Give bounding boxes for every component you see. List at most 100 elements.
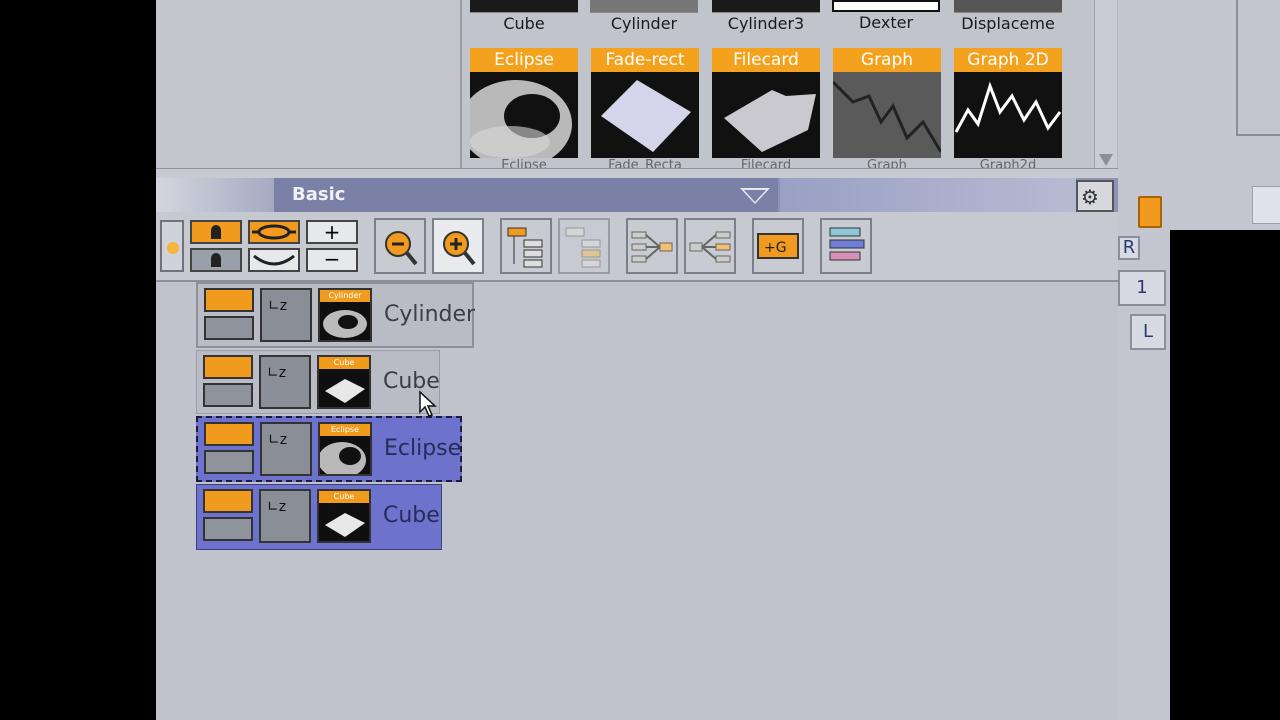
library-tile-graph[interactable]: Graph Graph — [833, 48, 941, 168]
tile-title: Graph — [833, 48, 941, 72]
trash-icon[interactable] — [1138, 196, 1162, 228]
right-dark-area — [1170, 230, 1280, 720]
thumb-tag: Cube — [319, 357, 369, 369]
toolbar-handle[interactable] — [160, 220, 184, 272]
tile-caption: Graph2d — [979, 158, 1037, 168]
library-tile-eclipse[interactable]: Eclipse Eclipse — [470, 48, 578, 168]
eye-icon[interactable] — [204, 422, 254, 446]
expand-button[interactable] — [248, 220, 300, 244]
thumb-tag: Eclipse — [320, 424, 370, 436]
branch-right-button[interactable] — [684, 218, 736, 274]
thumb-tag: Cube — [319, 491, 369, 503]
collapse-button[interactable] — [248, 248, 300, 272]
library-item-label: Cylinder — [610, 14, 678, 33]
scroll-down-icon[interactable] — [1099, 154, 1113, 166]
library-item-dexter[interactable]: Dexter — [832, 0, 940, 36]
toolbar: + − +G — [156, 212, 1118, 282]
one-button[interactable]: 1 — [1118, 270, 1166, 306]
node-label: Cube — [383, 503, 440, 528]
tree-icon — [565, 227, 601, 268]
user-icon — [211, 253, 221, 267]
cylinder-thumbnail: Cylinder — [318, 288, 372, 342]
library-item-cube[interactable]: Cube — [470, 0, 578, 36]
layers-button[interactable] — [820, 218, 872, 274]
tree-node-cube-2[interactable]: ∟z Cube Cube — [196, 484, 442, 550]
library-item-cylinder3[interactable]: Cylinder3 — [712, 0, 820, 36]
graph-thumbnail — [833, 72, 941, 158]
library-grid: Cube Cylinder Cylinder3 Dexter Displacem… — [462, 0, 1094, 168]
user-icon[interactable] — [203, 517, 253, 541]
svg-text:+G: +G — [764, 240, 787, 256]
axis-icon[interactable]: ∟z — [259, 489, 311, 543]
remove-button[interactable]: − — [306, 248, 358, 272]
layers-icon — [829, 227, 865, 261]
tile-caption: Fade_Recta — [608, 158, 682, 168]
panel-menu-button[interactable]: ⚙ — [1076, 180, 1114, 212]
hide-node-button[interactable] — [190, 248, 242, 272]
library-item-label: Cube — [503, 14, 545, 33]
zoom-in-button[interactable] — [432, 218, 484, 274]
gear-icon: ⚙ — [1081, 185, 1099, 209]
l-label: L — [1142, 321, 1154, 342]
plus-icon: + — [323, 220, 341, 244]
mini-side-button[interactable] — [1252, 186, 1280, 224]
show-node-button[interactable] — [190, 220, 242, 244]
tree-node-eclipse[interactable]: ∟z Eclipse Eclipse — [196, 416, 462, 482]
library-tile-filecard[interactable]: Filecard Filecard — [712, 48, 820, 168]
axis-icon[interactable]: ∟z — [260, 288, 312, 342]
zoom-out-icon — [385, 231, 418, 266]
library-item-displacement[interactable]: Displaceme — [954, 0, 1062, 36]
tree-node-cylinder[interactable]: ∟z Cylinder Cylinder — [196, 282, 476, 348]
dropdown-value: Basic — [292, 184, 346, 205]
category-dropdown[interactable]: Basic — [274, 178, 778, 212]
filecard-thumbnail — [712, 72, 820, 158]
tile-title: Fade-rect — [591, 48, 699, 72]
library-item-label: Dexter — [858, 13, 914, 32]
cube-thumbnail: Cube — [317, 355, 371, 409]
library-item-label: Displaceme — [961, 14, 1055, 33]
cube-thumbnail: Cube — [317, 489, 371, 543]
thumb-tag: Cylinder — [320, 290, 370, 302]
eclipse-thumbnail — [470, 72, 578, 158]
library-item-cylinder[interactable]: Cylinder — [590, 0, 698, 36]
library-item-label: Cylinder3 — [727, 14, 805, 33]
graph-2d-thumbnail — [954, 72, 1062, 158]
node-label: Eclipse — [384, 436, 462, 461]
eye-icon — [252, 224, 296, 240]
add-button[interactable]: + — [306, 220, 358, 244]
tile-title: Eclipse — [470, 48, 578, 72]
user-icon[interactable] — [204, 450, 254, 474]
curve-icon — [253, 254, 295, 266]
panel-header-bar: Basic — [156, 178, 1118, 212]
user-icon — [211, 225, 221, 239]
library-tile-fade-rect[interactable]: Fade-rect Fade_Recta — [591, 48, 699, 168]
node-label: Cylinder — [384, 302, 476, 327]
tree-node-cube[interactable]: ∟z Cube Cube — [196, 350, 440, 414]
branch-left-button[interactable] — [626, 218, 678, 274]
tile-title: Filecard — [712, 48, 820, 72]
library-left-panel — [156, 0, 462, 170]
axis-icon[interactable]: ∟z — [260, 422, 312, 476]
library-scrollbar[interactable] — [1094, 0, 1117, 168]
star-icon — [167, 242, 179, 254]
tile-title: Graph 2D — [954, 48, 1062, 72]
zoom-in-icon — [443, 231, 476, 266]
user-icon[interactable] — [203, 383, 253, 407]
l-button[interactable]: L — [1130, 314, 1166, 350]
eye-icon[interactable] — [203, 355, 253, 379]
add-group-button[interactable]: +G — [752, 218, 804, 274]
tree-view-button[interactable] — [500, 218, 552, 274]
cursor-icon — [419, 390, 437, 417]
tree-view-alt-button[interactable] — [558, 218, 610, 274]
r-button[interactable]: R — [1118, 236, 1140, 260]
branch-icon — [689, 231, 731, 263]
branch-icon — [631, 231, 673, 263]
library-tile-graph-2d[interactable]: Graph 2D Graph2d — [954, 48, 1062, 168]
eye-icon[interactable] — [203, 489, 253, 513]
user-icon[interactable] — [204, 316, 254, 340]
group-add-icon: +G — [757, 233, 799, 259]
axis-icon[interactable]: ∟z — [259, 355, 311, 409]
zoom-out-button[interactable] — [374, 218, 426, 274]
eye-icon[interactable] — [204, 288, 254, 312]
minus-icon: − — [323, 247, 341, 271]
